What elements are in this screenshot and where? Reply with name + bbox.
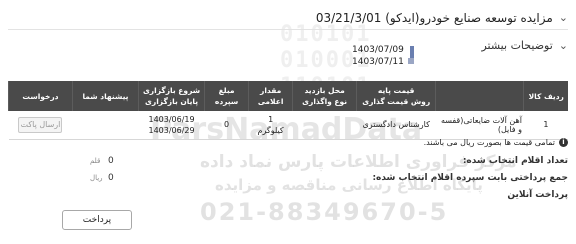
row-start-date: 1403/06/19 [148,114,195,124]
row-index: 1 [523,111,568,140]
chevron-down-icon[interactable]: ⌄ [559,11,568,24]
col-deposit: مبلغ سپرده [204,81,249,111]
pay-button[interactable]: پرداخت [62,210,132,230]
auction-title: مزایده توسعه صنایع خودرو(ایدکو) 03/21/3/… [315,10,553,25]
currency-note-text: تمامی قیمت ها بصورت ریال می باشند. [423,138,555,147]
deposit-total-unit: ریال [90,174,103,182]
row-dates: 1403/06/19 1403/06/29 [138,111,205,140]
selected-count-label: تعداد اقلام انتخاب شده: [462,156,568,166]
info-icon: i [559,138,568,147]
online-payment-label: پرداخت آنلاین [507,190,568,200]
col-quantity: مقدار اعلامی [248,81,293,111]
send-envelope-button[interactable]: ارسال پاکت [18,116,63,133]
col-dates: شروع بازگزاری پایان بازگزاری [137,81,205,111]
deposit-total-value: 0 [108,173,114,183]
row-action: ارسال پاکت [8,111,73,140]
watermark-phone: 021-88349670-5 [200,198,449,226]
table-row: 1 آهن آلات ضایعاتی(قفسه و فایل) کارشناس … [8,111,568,140]
deposit-total-label: جمع پرداختی بابت سپرده اقلام انتخاب شده: [372,173,568,183]
deposit-total-row: جمع پرداختی بابت سپرده اقلام انتخاب شده:… [8,170,568,186]
description-toggle[interactable]: ⌄ توضیحات بیشتر [481,39,568,52]
auction-dates: 1403/07/09 1403/07/11 [352,44,412,68]
row-pricing-method: کارشناس دادگستری [356,111,436,140]
col-base-price: قیمت پایه روش قیمت گذاری [356,81,436,111]
selected-count-value: 0 [108,156,114,166]
row-quantity: 1 کیلوگرم [248,111,293,140]
col-item [435,81,524,111]
chevron-down-icon[interactable]: ⌄ [559,39,568,52]
col-your-offer: پیشنهاد شما [71,81,139,111]
auction-start-date: 1403/07/09 [352,45,404,55]
auction-header[interactable]: ⌄ مزایده توسعه صنایع خودرو(ایدکو) 03/21/… [8,10,568,30]
auction-end-date: 1403/07/11 [352,57,404,67]
table-header-row: ردیف کالا قیمت پایه روش قیمت گذاری محل ب… [8,81,568,111]
row-offer [72,111,139,140]
col-visit-place: محل بازدید نوع واگذاری [292,81,357,111]
currency-note: i تمامی قیمت ها بصورت ریال می باشند. [424,138,568,147]
row-deposit: 0 [204,111,249,140]
col-request: درخواست [8,81,73,111]
row-item: آهن آلات ضایعاتی(قفسه و فایل) [435,111,524,140]
col-index: ردیف کالا [523,81,568,111]
row-delivery [292,111,357,140]
items-table: ردیف کالا قیمت پایه روش قیمت گذاری محل ب… [8,81,568,140]
description-label: توضیحات بیشتر [481,39,553,52]
selected-count-unit: قلم [90,157,101,165]
row-end-date: 1403/06/29 [148,125,195,135]
selected-count-row: تعداد اقلام انتخاب شده: 0 قلم [8,153,568,169]
